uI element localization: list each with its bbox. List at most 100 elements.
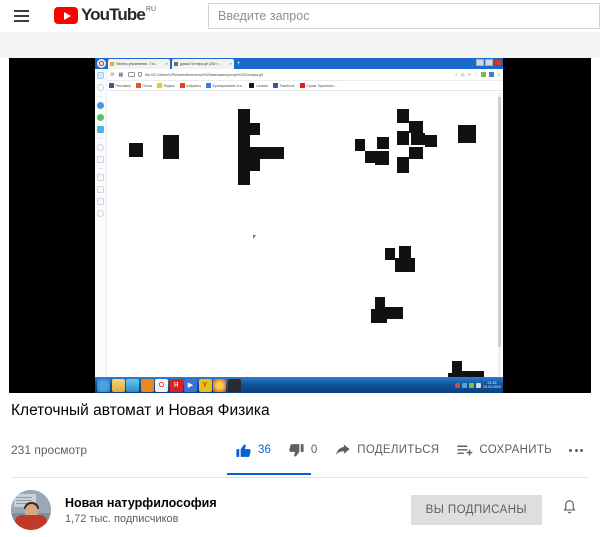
dislike-button[interactable]: 0 — [288, 434, 317, 466]
sidebar-divider — [98, 96, 103, 97]
browser-tab-1: Панель управления - По... ✕ — [108, 58, 170, 69]
avatar[interactable] — [11, 490, 51, 530]
page-scrollbar[interactable] — [498, 93, 501, 381]
automaton-cell — [238, 123, 260, 135]
save-button[interactable]: СОХРАНИТЬ — [456, 434, 552, 466]
share-icon: ⋗ — [467, 71, 472, 77]
new-tab-icon: + — [237, 60, 241, 67]
bookmarks-bar: Рекламер Почта Яндекс избранно Бронирова… — [95, 81, 503, 91]
bookmark-label: Рекламер — [115, 83, 132, 88]
hamburger-menu-icon[interactable] — [10, 5, 32, 27]
sidebar-news-icon — [97, 174, 104, 181]
bookmark-favicon — [136, 83, 141, 88]
sidebar-history-icon — [97, 210, 104, 217]
bookmark-favicon — [206, 83, 212, 88]
explorer-icon — [111, 378, 125, 392]
more-actions-button[interactable] — [569, 434, 583, 466]
bookmark-label: Почта — [142, 83, 152, 88]
document-icon — [174, 61, 178, 66]
system-tray: 21:18 25.04.2020 — [455, 381, 501, 390]
automaton-cell — [375, 151, 389, 165]
sidebar-messenger-icon — [97, 102, 104, 109]
address-bar-url: file:///C:/Users/1/Pictures/Клеточные%20… — [145, 72, 264, 77]
automaton-cell — [397, 109, 409, 123]
bookmark-label: Бронирование оте... — [212, 83, 245, 88]
bookmark-item: Почта — [136, 83, 152, 88]
channel-info: Новая натурфилософия 1,72 тыс. подписчик… — [65, 495, 217, 525]
bookmark-favicon — [273, 83, 279, 88]
automaton-cell — [355, 139, 365, 151]
save-label: СОХРАНИТЬ — [479, 444, 552, 456]
hamburger-line — [13, 20, 29, 22]
share-label: ПОДЕЛИТЬСЯ — [357, 444, 440, 456]
maximize-icon — [485, 59, 493, 66]
window-controls — [476, 59, 502, 66]
youtube-logo[interactable]: YouTube RU — [54, 6, 156, 26]
video-meta-row: 231 просмотр 36 0 ПОДЕЛИТЬСЯ СОХРАНИТЬ — [11, 434, 589, 475]
share-button[interactable]: ПОДЕЛИТЬСЯ — [334, 434, 439, 466]
automaton-cell — [397, 131, 409, 145]
automaton-cell — [272, 147, 284, 159]
windows-taskbar: O Я ▶ Y 21:18 25.04.2020 — [95, 377, 503, 393]
automaton-cell — [250, 147, 272, 159]
automaton-cell — [129, 143, 143, 157]
page-title: Клеточный автомат и Новая Физика — [11, 402, 270, 419]
channel-name[interactable]: Новая натурфилософия — [65, 495, 217, 511]
close-icon: ✕ — [165, 61, 168, 66]
video-player[interactable]: Панель управления - По... ✕ думая Гитлер… — [9, 58, 591, 393]
minimize-icon — [476, 59, 484, 66]
menu-icon: ≡ — [497, 72, 500, 77]
header-gap-band — [0, 32, 600, 58]
more-horizontal-icon — [569, 448, 583, 452]
sidebar-settings-icon — [97, 84, 104, 91]
tray-icon — [455, 382, 460, 388]
automaton-cell — [409, 121, 423, 133]
automaton-cell — [411, 133, 425, 145]
sidebar-divider — [98, 138, 103, 139]
close-icon: ✕ — [229, 61, 232, 66]
sidebar-telegram-icon — [97, 126, 104, 133]
like-button[interactable]: 36 — [227, 434, 311, 475]
channel-row: Новая натурфилософия 1,72 тыс. подписчик… — [11, 486, 589, 534]
automaton-cell — [238, 171, 250, 185]
automaton-cell — [371, 309, 387, 323]
automaton-cell — [409, 147, 423, 159]
share-arrow-icon — [336, 443, 350, 455]
cellular-automaton-canvas — [107, 91, 503, 387]
sidebar-divider — [98, 168, 103, 169]
bookmark-label: избранно — [186, 83, 202, 88]
opera-logo-icon — [97, 59, 106, 68]
app-icon — [227, 378, 241, 392]
notification-bell-icon[interactable] — [560, 498, 579, 522]
bookmark-label: Яндекс — [163, 83, 175, 88]
thumbs-up-icon — [236, 443, 251, 457]
close-window-icon — [494, 59, 502, 66]
youtube-country-code: RU — [145, 6, 157, 13]
automaton-cell — [375, 297, 385, 309]
page-info-icon — [138, 72, 143, 77]
subscriber-count: 1,72 тыс. подписчиков — [65, 513, 179, 525]
bookmark-item: Рекламер — [109, 83, 131, 88]
bookmark-label: Facebook — [279, 83, 295, 88]
opera-icon: O — [155, 378, 168, 392]
automaton-cell — [452, 361, 462, 373]
tray-icon — [469, 382, 474, 388]
bell-glyph — [563, 500, 576, 514]
avatar-shirt — [15, 515, 47, 530]
sidebar-snapshot-icon — [97, 198, 104, 205]
section-divider — [11, 477, 589, 478]
automaton-cell — [458, 125, 476, 143]
mouse-pointer-icon — [253, 235, 258, 239]
automaton-cell — [385, 307, 403, 319]
toolbar-extensions: ⌕ ◎ ⋗ ♡ ≡ — [455, 72, 500, 78]
firefox-icon — [126, 378, 139, 392]
sidebar-search-icon — [97, 144, 104, 151]
chrome-icon — [97, 378, 110, 392]
yandex-icon: Y — [198, 378, 212, 392]
save-to-playlist-icon — [457, 445, 473, 455]
bookmark-favicon — [299, 83, 305, 88]
youtube-logo-text: YouTube — [81, 5, 146, 24]
subscribe-button[interactable]: ВЫ ПОДПИСАНЫ — [410, 495, 542, 525]
search-input[interactable]: Введите запрос — [208, 3, 600, 29]
bookmark-favicon — [156, 83, 162, 88]
